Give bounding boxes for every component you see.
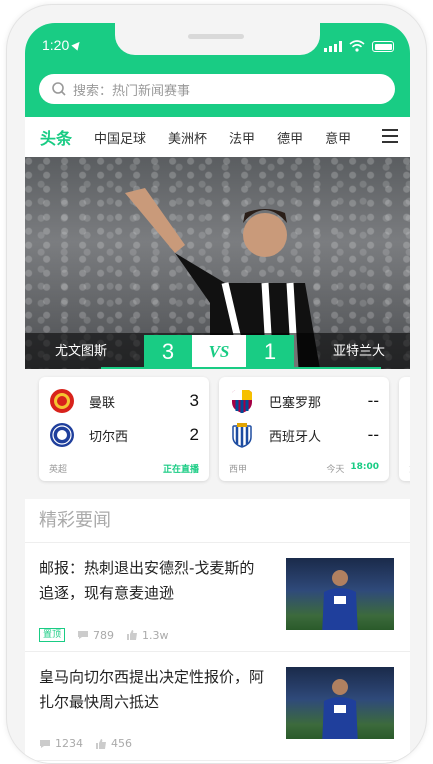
news-title[interactable]: 皇马向切尔西提出决定性报价，阿扎尔最快周六抵达: [39, 665, 267, 715]
news-meta: 1234 456: [39, 737, 144, 750]
home-row: 曼联 3: [49, 387, 199, 415]
league-name: 意甲: [409, 462, 410, 475]
battery-icon: [372, 41, 394, 52]
status-time: 1:20: [42, 37, 83, 53]
comment-count: 789: [93, 628, 115, 642]
search-placeholder: 搜索：热门新闻赛事: [73, 83, 191, 99]
player-photo: [322, 679, 358, 739]
away-team: 西班牙人: [269, 429, 322, 445]
phone-frame: 1:20 搜索：热门新闻赛事 头条 中国足球 美洲杯 法甲 德甲 意甲 尤文图斯…: [6, 4, 427, 764]
hero-banner[interactable]: 尤文图斯 3 VS 1 亚特兰大: [25, 157, 410, 369]
away-team-name: 亚特兰大: [332, 344, 385, 359]
chelsea-crest-icon: [50, 423, 74, 447]
tab-bundesliga[interactable]: 德甲: [277, 128, 303, 147]
app-screen: 1:20 搜索：热门新闻赛事 头条 中国足球 美洲杯 法甲 德甲 意甲 尤文图斯…: [25, 23, 410, 763]
home-team-name: 尤文图斯: [55, 344, 108, 359]
home-team-score: --: [367, 391, 379, 410]
news-item[interactable]: 皇马向切尔西提出决定性报价，阿扎尔最快周六抵达 1234 456: [25, 653, 410, 761]
like-count: 1.3w: [142, 628, 169, 642]
match-footer: 英超 正在直播: [49, 462, 199, 475]
away-row: 切尔西 2: [49, 421, 199, 449]
away-score: 1: [246, 335, 294, 369]
away-team-score: --: [367, 425, 379, 444]
away-team-score: 2: [189, 425, 199, 444]
news-section-title: 精彩要闻: [25, 499, 410, 543]
section-divider: [25, 489, 410, 499]
comment-icon: [40, 739, 50, 748]
tab-headlines[interactable]: 头条: [40, 125, 72, 149]
tab-ligue1[interactable]: 法甲: [229, 128, 255, 147]
away-row: [409, 421, 410, 449]
news-meta: 置顶 789 1.3w: [39, 628, 181, 642]
comment-count: 1234: [55, 737, 83, 750]
league-name: 西甲: [229, 465, 248, 475]
news-thumbnail[interactable]: [286, 558, 394, 630]
phone-notch: [115, 23, 320, 55]
search-icon: [52, 82, 66, 96]
home-team: 曼联: [89, 395, 116, 411]
barcelona-crest-icon: [232, 390, 252, 413]
match-card[interactable]: 意甲: [399, 377, 410, 481]
match-card[interactable]: 曼联 3 切尔西 2 英超 正在直播: [39, 377, 209, 481]
player-photo: [322, 570, 358, 630]
menu-icon[interactable]: [382, 129, 398, 145]
like-icon: [127, 630, 138, 640]
signal-icon: [324, 41, 342, 52]
espanyol-crest-icon: [232, 423, 252, 448]
home-team-score: 3: [189, 391, 199, 410]
wifi-icon: [349, 40, 365, 52]
news-title[interactable]: 邮报：热刺退出安德烈-戈麦斯的追逐，现有意麦迪逊: [39, 556, 267, 606]
match-card[interactable]: 巴塞罗那 -- 西班牙人 -- 西甲 今天 18:00: [219, 377, 389, 481]
home-score: 3: [144, 335, 192, 369]
app-header: 1:20 搜索：热门新闻赛事: [25, 23, 410, 117]
match-day: 今天: [326, 465, 345, 475]
search-bar[interactable]: 搜索：热门新闻赛事: [39, 74, 395, 104]
category-tabs: 头条 中国足球 美洲杯 法甲 德甲 意甲: [25, 119, 410, 155]
match-footer: 西甲 今天 18:00: [229, 462, 379, 475]
inter-crest-icon: [409, 388, 410, 414]
vs-label: VS: [192, 335, 246, 369]
home-row: [409, 387, 410, 415]
news-thumbnail[interactable]: [286, 667, 394, 739]
status-icons: [324, 38, 394, 52]
away-team: 切尔西: [89, 429, 129, 445]
speaker-grille: [188, 34, 244, 39]
league-name: 英超: [49, 465, 68, 475]
like-count: 456: [111, 737, 132, 750]
comment-icon: [78, 631, 89, 639]
napoli-crest-icon: [409, 422, 410, 448]
man-utd-crest-icon: [50, 389, 74, 413]
match-footer: 意甲: [409, 462, 410, 475]
like-icon: [96, 738, 106, 749]
live-status: 正在直播: [162, 465, 199, 475]
news-item[interactable]: 邮报：热刺退出安德烈-戈麦斯的追逐，现有意麦迪逊 置顶 789 1.3w: [25, 544, 410, 652]
tab-copa-america[interactable]: 美洲杯: [168, 128, 207, 147]
kickoff-time: 18:00: [350, 462, 379, 472]
home-row: 巴塞罗那 --: [229, 387, 379, 415]
pinned-badge: 置顶: [39, 628, 66, 642]
away-row: 西班牙人 --: [229, 421, 379, 449]
home-team: 巴塞罗那: [269, 395, 322, 411]
location-arrow-icon: [71, 39, 83, 51]
tabs-scroll: 头条 中国足球 美洲杯 法甲 德甲 意甲: [25, 119, 380, 155]
tab-chinese-football[interactable]: 中国足球: [94, 128, 146, 147]
tab-serie-a[interactable]: 意甲: [325, 128, 351, 147]
match-cards: 曼联 3 切尔西 2 英超 正在直播 巴塞罗那 -- 西班牙人 -- 西甲 今天…: [25, 369, 410, 489]
